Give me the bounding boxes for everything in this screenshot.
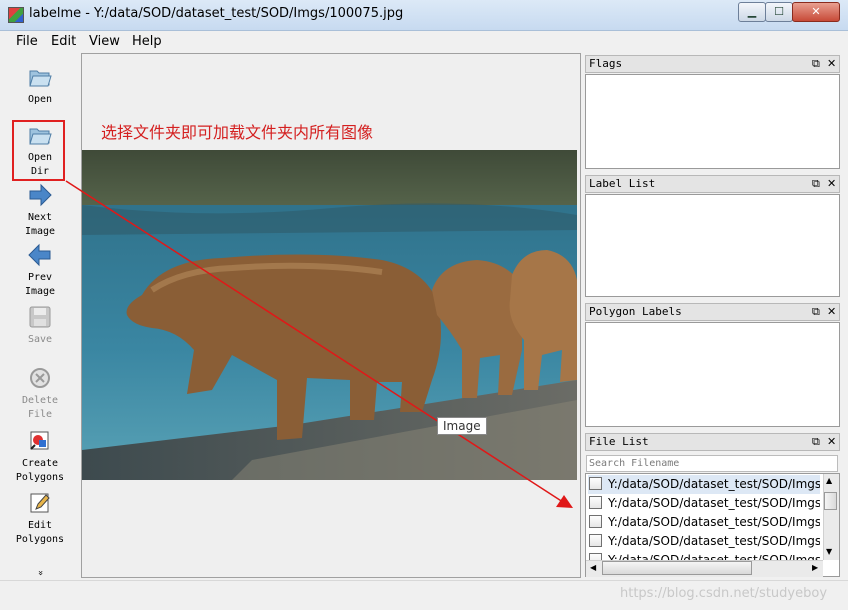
prev-image-label: Prev Image — [24, 272, 56, 297]
flags-title: Flags — [589, 57, 623, 70]
next-image-label: Next Image — [24, 212, 56, 237]
window-title: labelme - Y:/data/SOD/dataset_test/SOD/I… — [29, 6, 404, 21]
flags-list[interactable] — [585, 74, 840, 169]
label-list[interactable] — [585, 194, 840, 297]
file-list-item[interactable]: Y:/data/SOD/dataset_test/SOD/Imgs\ — [588, 475, 820, 494]
polygon-labels-dock-title: Polygon Labels ⧉ ✕ — [585, 303, 840, 321]
scroll-left-icon[interactable]: ◀ — [590, 563, 596, 572]
file-path: Y:/data/SOD/dataset_test/SOD/Imgs\ — [608, 534, 820, 548]
close-dock-icon[interactable]: ✕ — [827, 56, 836, 72]
prev-image-button[interactable]: Prev Image — [8, 243, 72, 299]
delete-file-label: Delete File — [21, 395, 59, 420]
create-polygons-label: Create Polygons — [15, 458, 65, 483]
save-button[interactable]: Save — [8, 305, 72, 347]
open-label: Open — [27, 94, 53, 105]
file-checkbox[interactable] — [589, 477, 602, 490]
file-list-item[interactable]: Y:/data/SOD/dataset_test/SOD/Imgs\ — [588, 494, 820, 513]
float-dock-icon[interactable]: ⧉ — [812, 176, 820, 192]
next-image-button[interactable]: Next Image — [8, 183, 72, 239]
image-tooltip: Image — [437, 417, 487, 435]
delete-file-button[interactable]: Delete File — [8, 366, 72, 422]
file-list-item[interactable]: Y:/data/SOD/dataset_test/SOD/Imgs\ — [588, 532, 820, 551]
edit-pencil-icon — [30, 493, 50, 513]
search-filename-input[interactable]: Search Filename — [586, 455, 838, 472]
open-dir-highlight-box — [12, 120, 65, 181]
label-list-dock-title: Label List ⧉ ✕ — [585, 175, 840, 193]
create-polygons-button[interactable]: Create Polygons — [8, 429, 72, 485]
chevron-more-icon: » — [35, 570, 45, 576]
file-list-title: File List — [589, 435, 649, 448]
toolbar-more-button[interactable]: » — [33, 568, 47, 578]
file-list-dock-title: File List ⧉ ✕ — [585, 433, 840, 451]
scroll-right-icon[interactable]: ▶ — [812, 563, 818, 572]
close-dock-icon[interactable]: ✕ — [827, 176, 836, 192]
menu-edit[interactable]: Edit — [51, 34, 76, 49]
create-polygon-icon — [30, 431, 49, 450]
open-button[interactable]: Open — [8, 65, 72, 107]
float-dock-icon[interactable]: ⧉ — [812, 434, 820, 450]
folder-open-icon — [29, 70, 52, 87]
menu-bar: File Edit View Help — [0, 31, 848, 52]
menu-help[interactable]: Help — [132, 34, 162, 49]
scroll-up-icon[interactable]: ▲ — [826, 476, 832, 485]
menu-view[interactable]: View — [89, 34, 120, 49]
file-list-item[interactable]: Y:/data/SOD/dataset_test/SOD/Imgs\ — [588, 513, 820, 532]
file-checkbox[interactable] — [589, 534, 602, 547]
float-dock-icon[interactable]: ⧉ — [812, 304, 820, 320]
menu-file[interactable]: File — [16, 34, 38, 49]
floppy-disk-icon — [29, 306, 51, 328]
bear-photo — [82, 150, 577, 480]
save-label: Save — [27, 334, 53, 345]
delete-circle-icon — [30, 368, 50, 388]
file-path: Y:/data/SOD/dataset_test/SOD/Imgs\ — [608, 477, 820, 491]
file-checkbox[interactable] — [589, 515, 602, 528]
vertical-scroll-thumb[interactable] — [824, 492, 837, 510]
scroll-down-icon[interactable]: ▼ — [826, 547, 832, 556]
watermark-text: https://blog.csdn.net/studyeboy — [620, 586, 828, 601]
polygon-labels-list[interactable] — [585, 322, 840, 427]
close-dock-icon[interactable]: ✕ — [827, 304, 836, 320]
app-logo-icon — [8, 7, 24, 23]
arrow-right-icon — [29, 183, 52, 207]
close-dock-icon[interactable]: ✕ — [827, 434, 836, 450]
horizontal-scroll-thumb[interactable] — [602, 561, 752, 575]
file-path: Y:/data/SOD/dataset_test/SOD/Imgs\ — [608, 496, 820, 510]
arrow-left-icon — [28, 243, 51, 267]
close-button[interactable]: ✕ — [792, 2, 840, 22]
file-checkbox[interactable] — [589, 496, 602, 509]
instruction-annotation: 选择文件夹即可加载文件夹内所有图像 — [101, 123, 374, 142]
minimize-button[interactable]: ▁ — [738, 2, 766, 22]
label-list-title: Label List — [589, 177, 656, 190]
edit-polygons-label: Edit Polygons — [15, 520, 65, 545]
maximize-button[interactable]: ☐ — [765, 2, 793, 22]
file-path: Y:/data/SOD/dataset_test/SOD/Imgs\ — [608, 515, 820, 529]
float-dock-icon[interactable]: ⧉ — [812, 56, 820, 72]
polygon-labels-title: Polygon Labels — [589, 305, 682, 318]
flags-dock-title: Flags ⧉ ✕ — [585, 55, 840, 73]
edit-polygons-button[interactable]: Edit Polygons — [8, 491, 72, 547]
